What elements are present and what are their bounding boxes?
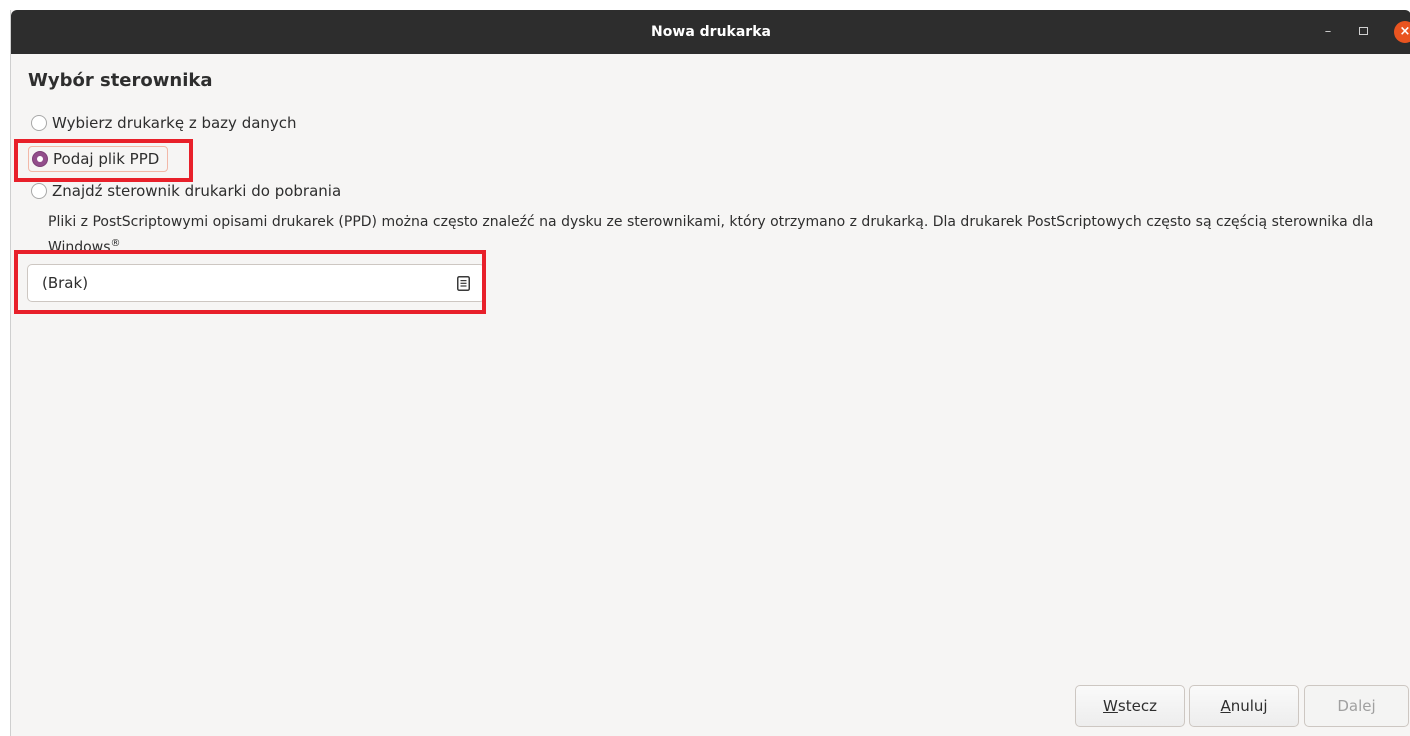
- cancel-label: nuluj: [1230, 697, 1268, 715]
- maximize-button[interactable]: [1353, 22, 1373, 42]
- ppd-description-text: Pliki z PostScriptowymi opisami drukarek…: [48, 214, 1374, 255]
- page-title: Wybór sterownika: [28, 70, 213, 91]
- radio-database-label: Wybierz drukarkę z bazy danych: [52, 114, 297, 132]
- radio-database[interactable]: Wybierz drukarkę z bazy danych: [31, 112, 297, 134]
- window-title: Nowa drukarka: [651, 24, 771, 40]
- radio-download-driver-label: Znajdź sterownik drukarki do pobrania: [52, 182, 342, 200]
- printer-dialog-window: Nowa drukarka – × Wybór sterownika Wybie…: [10, 10, 1410, 736]
- highlight-box-ppd-option: [14, 139, 193, 182]
- back-mnemonic: W: [1103, 697, 1118, 715]
- back-label: stecz: [1117, 697, 1157, 715]
- radio-unchecked-icon: [31, 115, 47, 131]
- cancel-button[interactable]: Anuluj: [1189, 685, 1299, 727]
- minimize-button[interactable]: –: [1318, 22, 1338, 42]
- title-bar[interactable]: Nowa drukarka – ×: [11, 10, 1410, 54]
- cancel-mnemonic: A: [1220, 697, 1231, 715]
- next-button[interactable]: Dalej: [1304, 685, 1409, 727]
- ppd-description: Pliki z PostScriptowymi opisami drukarek…: [48, 211, 1408, 255]
- highlight-box-file-chooser: [14, 250, 486, 314]
- back-button[interactable]: Wstecz: [1075, 685, 1185, 727]
- radio-unchecked-icon: [31, 183, 47, 199]
- maximize-icon: [1358, 27, 1368, 35]
- close-button[interactable]: ×: [1394, 21, 1410, 43]
- radio-download-driver[interactable]: Znajdź sterownik drukarki do pobrania: [31, 180, 341, 202]
- registered-mark: ®: [110, 238, 121, 249]
